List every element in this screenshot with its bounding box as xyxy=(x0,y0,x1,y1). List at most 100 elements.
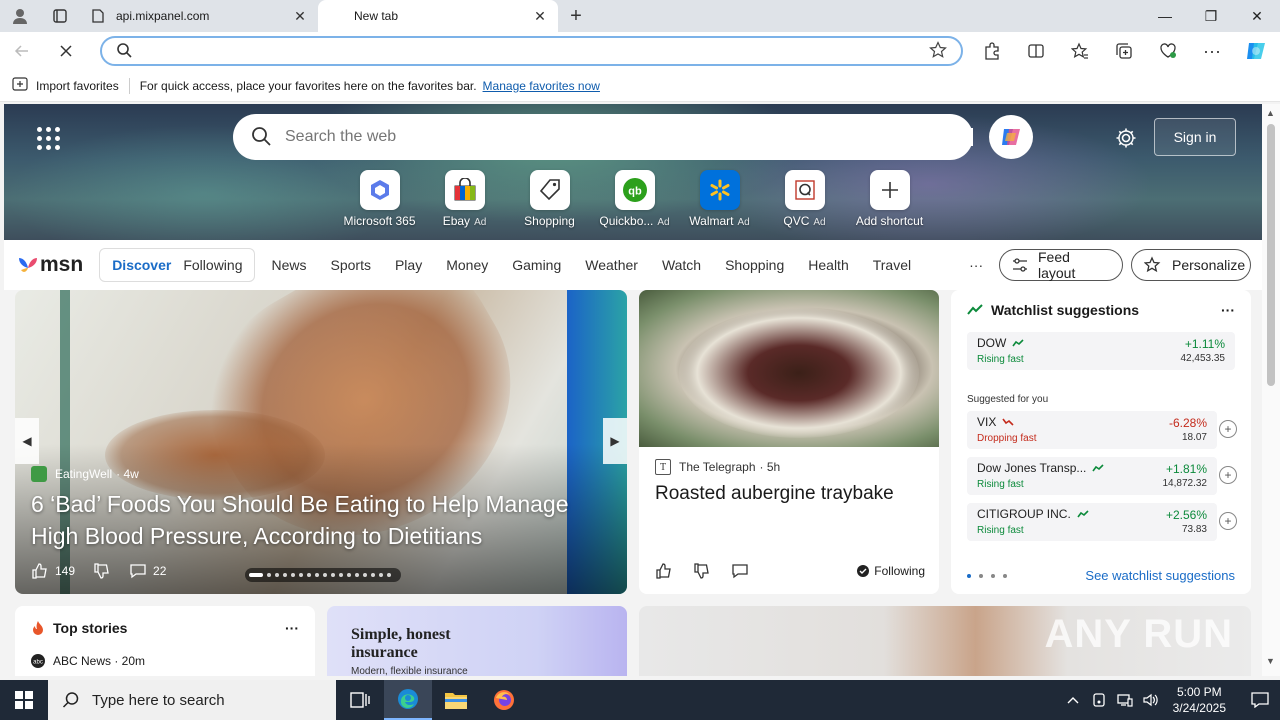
carousel-prev-icon[interactable]: ◀ xyxy=(15,418,39,464)
settings-gear-icon[interactable] xyxy=(1112,124,1140,152)
firefox-icon[interactable] xyxy=(480,680,528,720)
windows-start-icon[interactable] xyxy=(0,680,48,720)
import-favorites-button[interactable]: Import favorites xyxy=(12,77,119,94)
nav-watch[interactable]: Watch xyxy=(662,257,701,273)
thumbs-down-icon[interactable] xyxy=(693,562,711,580)
address-input[interactable] xyxy=(142,43,929,59)
address-bar[interactable] xyxy=(100,36,963,66)
back-icon[interactable] xyxy=(0,32,44,70)
chevron-up-icon[interactable] xyxy=(1061,696,1085,704)
article-title[interactable]: Roasted aubergine traybake xyxy=(655,483,923,505)
web-search-box[interactable] xyxy=(233,114,973,160)
stock-row-dow-transport[interactable]: Dow Jones Transp... Rising fast +1.81% 1… xyxy=(967,457,1217,495)
scroll-up-icon[interactable]: ▲ xyxy=(1266,108,1275,118)
restore-icon[interactable]: ❐ xyxy=(1188,0,1234,32)
close-tab-icon[interactable]: ✕ xyxy=(532,8,548,24)
msn-logo[interactable]: msn xyxy=(16,253,83,277)
comments-button[interactable]: 22 xyxy=(129,562,166,580)
carousel-next-icon[interactable]: ▶ xyxy=(603,418,627,464)
settings-more-icon[interactable]: ··· xyxy=(1190,32,1234,70)
notifications-icon[interactable] xyxy=(1240,692,1280,708)
apps-launcher-icon[interactable] xyxy=(34,124,62,152)
article-card[interactable]: T The Telegraph · 5h Roasted aubergine t… xyxy=(639,290,939,594)
stock-row-vix[interactable]: VIX Dropping fast -6.28% 18.07 xyxy=(967,411,1217,449)
dislike-button[interactable] xyxy=(93,562,111,580)
following-indicator[interactable]: Following xyxy=(857,564,925,578)
web-search-input[interactable] xyxy=(285,128,973,146)
nav-sports[interactable]: Sports xyxy=(331,257,371,273)
nav-travel[interactable]: Travel xyxy=(873,257,911,273)
close-tab-icon[interactable]: ✕ xyxy=(292,8,308,24)
sign-in-button[interactable]: Sign in xyxy=(1154,118,1236,156)
favorite-star-icon[interactable] xyxy=(929,40,947,62)
tab-following[interactable]: Following xyxy=(177,257,248,273)
nav-weather[interactable]: Weather xyxy=(585,257,638,273)
manage-favorites-link[interactable]: Manage favorites now xyxy=(483,79,600,93)
shortcut-walmart[interactable]: Walmart Ad xyxy=(677,170,762,228)
tab-actions-icon[interactable] xyxy=(40,0,80,32)
add-to-watchlist-button[interactable]: + xyxy=(1219,466,1237,484)
hero-headline[interactable]: 6 ‘Bad’ Foods You Should Be Eating to He… xyxy=(31,488,621,552)
more-nav-button[interactable]: ··· xyxy=(969,257,983,273)
add-shortcut-button[interactable]: Add shortcut xyxy=(847,170,932,228)
minimize-icon[interactable]: — xyxy=(1142,0,1188,32)
device-icon[interactable] xyxy=(1087,693,1111,707)
msn-butterfly-icon xyxy=(19,258,37,272)
tab-new-tab[interactable]: New tab ✕ xyxy=(318,0,558,32)
watchlist-pagination[interactable] xyxy=(967,573,1007,578)
nav-money[interactable]: Money xyxy=(446,257,488,273)
close-window-icon[interactable]: ✕ xyxy=(1234,0,1280,32)
favorites-icon[interactable] xyxy=(1058,32,1102,70)
like-button[interactable]: 149 xyxy=(31,562,75,580)
stock-row-dow[interactable]: DOW Rising fast +1.11% 42,453.35 xyxy=(967,332,1235,370)
shortcut-quickbooks[interactable]: qb Quickbo... Ad xyxy=(592,170,677,228)
nav-shopping[interactable]: Shopping xyxy=(725,257,784,273)
taskbar-search-box[interactable]: Type here to search xyxy=(48,680,336,720)
profile-icon[interactable] xyxy=(0,0,40,32)
watchlist-more-button[interactable]: ··· xyxy=(1221,302,1235,318)
shortcut-microsoft-365[interactable]: Microsoft 365 xyxy=(337,170,422,228)
stop-loading-icon[interactable] xyxy=(44,32,88,70)
task-view-icon[interactable] xyxy=(336,680,384,720)
stock-row-citigroup[interactable]: CITIGROUP INC. Rising fast +2.56% 73.83 xyxy=(967,503,1217,541)
collections-icon[interactable] xyxy=(1102,32,1146,70)
shortcut-shopping[interactable]: Shopping xyxy=(507,170,592,228)
split-screen-icon[interactable] xyxy=(1014,32,1058,70)
story-source-label: ABC News · 20m xyxy=(53,654,146,668)
story-source[interactable]: abc ABC News · 20m xyxy=(31,654,299,668)
add-to-watchlist-button[interactable]: + xyxy=(1219,512,1237,530)
edge-taskbar-icon[interactable] xyxy=(384,680,432,720)
tab-discover[interactable]: Discover xyxy=(106,257,177,273)
copilot-button[interactable] xyxy=(989,115,1033,159)
nav-gaming[interactable]: Gaming xyxy=(512,257,561,273)
ad-card[interactable]: Simple, honest insurance Modern, flexibl… xyxy=(327,606,627,676)
tab-mixpanel[interactable]: api.mixpanel.com ✕ xyxy=(80,0,318,32)
scroll-down-icon[interactable]: ▼ xyxy=(1266,656,1275,666)
add-to-watchlist-button[interactable]: + xyxy=(1219,420,1237,438)
scroll-thumb[interactable] xyxy=(1267,124,1275,386)
feed-layout-button[interactable]: Feed layout xyxy=(999,249,1123,281)
following-label: Following xyxy=(874,564,925,578)
shortcut-ebay[interactable]: Ebay Ad xyxy=(422,170,507,228)
browser-essentials-icon[interactable] xyxy=(1146,32,1190,70)
top-stories-more-button[interactable]: ··· xyxy=(285,620,299,636)
new-tab-button[interactable]: + xyxy=(558,0,594,32)
see-watchlist-link[interactable]: See watchlist suggestions xyxy=(1085,568,1235,583)
comment-icon[interactable] xyxy=(731,562,749,580)
photo-article-card[interactable]: ANY RUN xyxy=(639,606,1251,676)
nav-news[interactable]: News xyxy=(271,257,306,273)
hero-article-card[interactable]: ◀ ▶ EatingWell · 4w 6 ‘Bad’ Foods You Sh… xyxy=(15,290,627,594)
extensions-icon[interactable] xyxy=(970,32,1014,70)
taskbar-clock[interactable]: 5:00 PM 3/24/2025 xyxy=(1173,684,1226,716)
copilot-icon[interactable] xyxy=(1234,32,1278,70)
carousel-dots[interactable] xyxy=(245,568,401,582)
nav-health[interactable]: Health xyxy=(808,257,848,273)
page-scrollbar[interactable]: ▲ ▼ xyxy=(1262,104,1280,676)
nav-play[interactable]: Play xyxy=(395,257,422,273)
volume-icon[interactable] xyxy=(1139,693,1163,707)
thumbs-up-icon[interactable] xyxy=(655,562,673,580)
file-explorer-icon[interactable] xyxy=(432,680,480,720)
shortcut-qvc[interactable]: QVC Ad xyxy=(762,170,847,228)
personalize-button[interactable]: Personalize xyxy=(1131,249,1251,281)
network-icon[interactable] xyxy=(1113,693,1137,707)
